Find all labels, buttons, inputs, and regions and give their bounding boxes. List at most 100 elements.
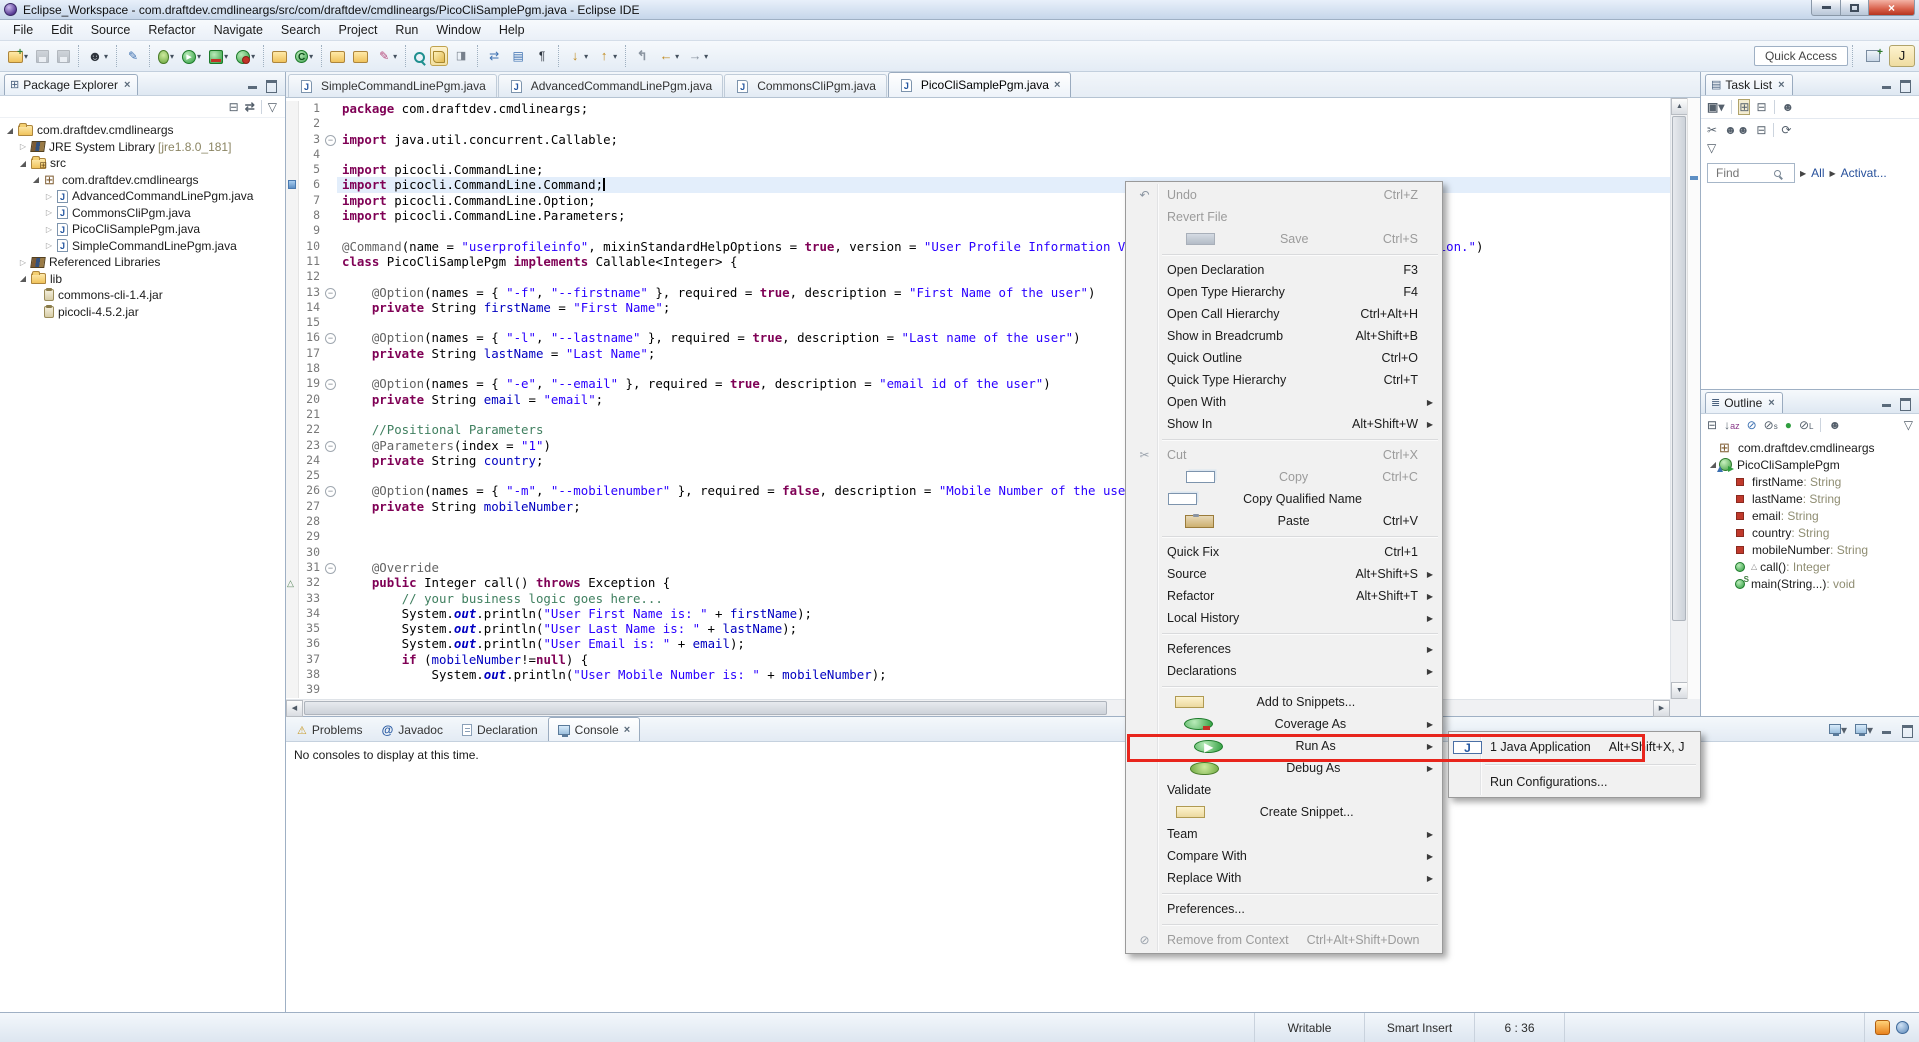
collapse-all-button[interactable]: ⊟ — [1756, 123, 1766, 137]
context-menu-item-compare-with[interactable]: Compare With▶ — [1128, 845, 1440, 867]
maximize-window-button[interactable] — [1841, 0, 1869, 16]
close-view-icon[interactable]: × — [1778, 79, 1784, 91]
outline-item-country[interactable]: country : String — [1701, 524, 1919, 541]
quick-access-button[interactable]: Quick Access — [1754, 46, 1848, 66]
context-menu-item-create-snippet[interactable]: Create Snippet... — [1128, 801, 1440, 823]
editor-tab-picoclisamplepgm-java[interactable]: PicoCliSamplePgm.java× — [888, 72, 1072, 97]
tree-item-commonsclipgm-java[interactable]: ▷CommonsCliPgm.java — [0, 205, 285, 222]
code-area[interactable]: 1package com.draftdev.cmdlineargs;23impo… — [286, 98, 1670, 699]
java-perspective-button[interactable]: J — [1889, 45, 1915, 67]
tree-expander-icon[interactable]: ◢ — [17, 159, 29, 168]
menubar-item-search[interactable]: Search — [272, 20, 330, 40]
tree-item-com-draftdev-cmdlineargs[interactable]: ◢com.draftdev.cmdlineargs — [0, 172, 285, 189]
maximize-view-button[interactable] — [265, 80, 277, 90]
open-type-button[interactable] — [327, 46, 348, 66]
collapse-all-button[interactable]: ⊟ — [1707, 418, 1717, 432]
back-history-button[interactable]: ←▾ — [655, 45, 682, 67]
package-explorer-tab[interactable]: ⊞ Package Explorer × — [4, 74, 138, 95]
context-menu-item-source[interactable]: SourceAlt+Shift+S▶ — [1128, 563, 1440, 585]
account-button[interactable]: ☻▾ — [84, 45, 111, 67]
context-menu-item-open-declaration[interactable]: Open DeclarationF3 — [1128, 259, 1440, 281]
console-tab-javadoc[interactable]: @Javadoc — [373, 719, 452, 741]
new-java-class-dropdown[interactable]: ▾ — [309, 52, 313, 61]
editor-tab-commonsclipgm-java[interactable]: CommonsCliPgm.java — [724, 74, 887, 97]
profile-button[interactable]: ▾ — [233, 46, 258, 67]
close-view-icon[interactable]: × — [124, 79, 130, 91]
forward-history-dropdown[interactable]: ▾ — [704, 52, 708, 61]
tree-expander-icon[interactable]: ▷ — [43, 208, 55, 217]
context-menu-item-open-call-hierarchy[interactable]: Open Call HierarchyCtrl+Alt+H — [1128, 303, 1440, 325]
context-menu-item-coverage-as[interactable]: Coverage As▶ — [1128, 713, 1440, 735]
minimize-view-button[interactable] — [247, 80, 259, 90]
tree-expander-icon[interactable]: ▷ — [43, 225, 55, 234]
previous-annotation-button[interactable]: ↑▾ — [593, 45, 620, 67]
skip-all-breakpoints-button[interactable]: ✎ — [122, 45, 144, 67]
menubar-item-navigate[interactable]: Navigate — [205, 20, 272, 40]
filter-all-link[interactable]: All — [1811, 166, 1824, 180]
context-menu-item-validate[interactable]: Validate — [1128, 779, 1440, 801]
link-with-editor-button[interactable]: ⇄ — [245, 100, 255, 114]
menubar-item-window[interactable]: Window — [427, 20, 489, 40]
close-tab-icon[interactable]: × — [624, 724, 630, 736]
last-edit-location-button[interactable]: ↰ — [631, 45, 653, 67]
tree-item-advancedcommandlinepgm-java[interactable]: ▷AdvancedCommandLinePgm.java — [0, 188, 285, 205]
hide-local-types-button[interactable]: ⊘L — [1799, 418, 1814, 432]
coverage-dropdown[interactable]: ▾ — [224, 52, 228, 61]
focus-icon[interactable]: ☻ — [1828, 418, 1841, 432]
scroll-up-icon[interactable]: ▲ — [1671, 98, 1688, 115]
scroll-down-icon[interactable]: ▼ — [1671, 682, 1688, 699]
outline-item-main-string[interactable]: Smain(String...) : void — [1701, 575, 1919, 592]
outline-tab[interactable]: ≣ Outline × — [1705, 392, 1783, 413]
context-menu-item-replace-with[interactable]: Replace With▶ — [1128, 867, 1440, 889]
context-menu-item-team[interactable]: Team▶ — [1128, 823, 1440, 845]
occurrence-ruler-mark[interactable] — [1690, 176, 1698, 180]
menubar-item-run[interactable]: Run — [386, 20, 427, 40]
notification-icon[interactable] — [1875, 1020, 1890, 1035]
coverage-button[interactable]: ▾ — [206, 46, 231, 67]
menubar-item-project[interactable]: Project — [330, 20, 387, 40]
fold-toggle-icon[interactable] — [323, 285, 337, 300]
debug-button[interactable]: ▾ — [155, 46, 177, 67]
maximize-view-button[interactable] — [1899, 80, 1911, 90]
next-annotation-button[interactable]: ↓▾ — [564, 45, 591, 67]
context-menu-item-quick-type-hierarchy[interactable]: Quick Type HierarchyCtrl+T — [1128, 369, 1440, 391]
mark-occurrences-button[interactable] — [430, 46, 448, 66]
run-dropdown[interactable]: ▾ — [197, 52, 201, 61]
fold-toggle-icon[interactable] — [323, 483, 337, 498]
chevron-down-icon[interactable]: ▽ — [1707, 141, 1716, 155]
fold-toggle-icon[interactable] — [323, 376, 337, 391]
tree-expander-icon[interactable]: ◢ — [4, 126, 16, 135]
context-menu-item-add-to-snippets[interactable]: Add to Snippets... — [1128, 691, 1440, 713]
find-input[interactable] — [1714, 165, 1774, 181]
menubar-item-refactor[interactable]: Refactor — [139, 20, 204, 40]
debug-dropdown[interactable]: ▾ — [170, 52, 174, 61]
back-history-dropdown[interactable]: ▾ — [675, 52, 679, 61]
minimize-view-button[interactable] — [1881, 398, 1893, 408]
outline-item-com-draftdev-cmdlineargs[interactable]: com.draftdev.cmdlineargs — [1701, 439, 1919, 456]
context-menu-item-declarations[interactable]: Declarations▶ — [1128, 660, 1440, 682]
personalize-icon[interactable]: ☻ — [1782, 100, 1795, 114]
display-selected-console-button[interactable]: ▾ — [1855, 723, 1873, 737]
editor-tab-advancedcommandlinepgm-java[interactable]: AdvancedCommandLinePgm.java — [498, 74, 723, 97]
show-whitespace-button[interactable]: ¶ — [531, 45, 553, 67]
context-menu-item-open-with[interactable]: Open With▶ — [1128, 391, 1440, 413]
close-view-icon[interactable]: × — [1768, 397, 1774, 409]
menubar-item-file[interactable]: File — [4, 20, 42, 40]
horizontal-scroll-thumb[interactable] — [304, 701, 1107, 715]
menubar-item-edit[interactable]: Edit — [42, 20, 82, 40]
context-menu-item-run-as[interactable]: ▶Run As▶ — [1128, 735, 1440, 757]
tree-expander-icon[interactable]: ▷ — [43, 192, 55, 201]
fold-toggle-icon[interactable] — [323, 330, 337, 345]
tree-item-referenced-libraries[interactable]: ▷Referenced Libraries — [0, 254, 285, 271]
annotate-dropdown[interactable]: ▾ — [393, 52, 397, 61]
tree-expander-icon[interactable]: ◢ — [17, 274, 29, 283]
context-menu-item-show-in-breadcrumb[interactable]: Show in BreadcrumbAlt+Shift+B — [1128, 325, 1440, 347]
expand-all-icon[interactable]: ▶ — [1800, 169, 1806, 178]
context-menu-item-local-history[interactable]: Local History▶ — [1128, 607, 1440, 629]
run-button[interactable]: ▶▾ — [179, 46, 204, 67]
console-tab-declaration[interactable]: Declaration — [453, 719, 547, 741]
open-perspective-button[interactable] — [1861, 45, 1885, 67]
minimize-view-button[interactable] — [1881, 725, 1893, 735]
vertical-scrollbar[interactable]: ▲ ▼ — [1670, 98, 1687, 699]
new-wizard-button[interactable]: ▾ — [5, 46, 31, 66]
